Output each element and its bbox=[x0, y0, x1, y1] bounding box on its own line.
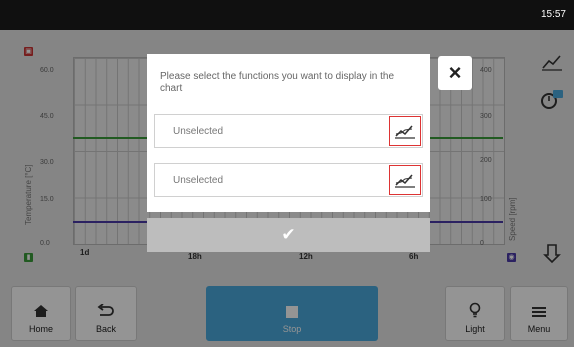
function-select-1-value: Unselected bbox=[173, 126, 224, 137]
chart-line-icon bbox=[395, 125, 415, 139]
function-select-2-value: Unselected bbox=[173, 175, 224, 186]
chart-function-button-2[interactable] bbox=[389, 165, 421, 195]
close-button[interactable]: × bbox=[438, 56, 472, 90]
function-select-2[interactable]: Unselected bbox=[154, 163, 423, 197]
status-bar: 15:57 bbox=[0, 0, 574, 30]
confirm-button[interactable]: ✔ bbox=[147, 218, 430, 252]
close-icon: × bbox=[448, 60, 462, 85]
chart-line-icon bbox=[395, 174, 415, 188]
dialog-title: Please select the functions you want to … bbox=[160, 71, 395, 94]
chart-function-button-1[interactable] bbox=[389, 116, 421, 146]
function-select-1[interactable]: Unselected bbox=[154, 114, 423, 148]
checkmark-icon: ✔ bbox=[281, 225, 296, 244]
chart-function-dialog: Please select the functions you want to … bbox=[147, 54, 430, 212]
clock: 15:57 bbox=[540, 9, 566, 20]
